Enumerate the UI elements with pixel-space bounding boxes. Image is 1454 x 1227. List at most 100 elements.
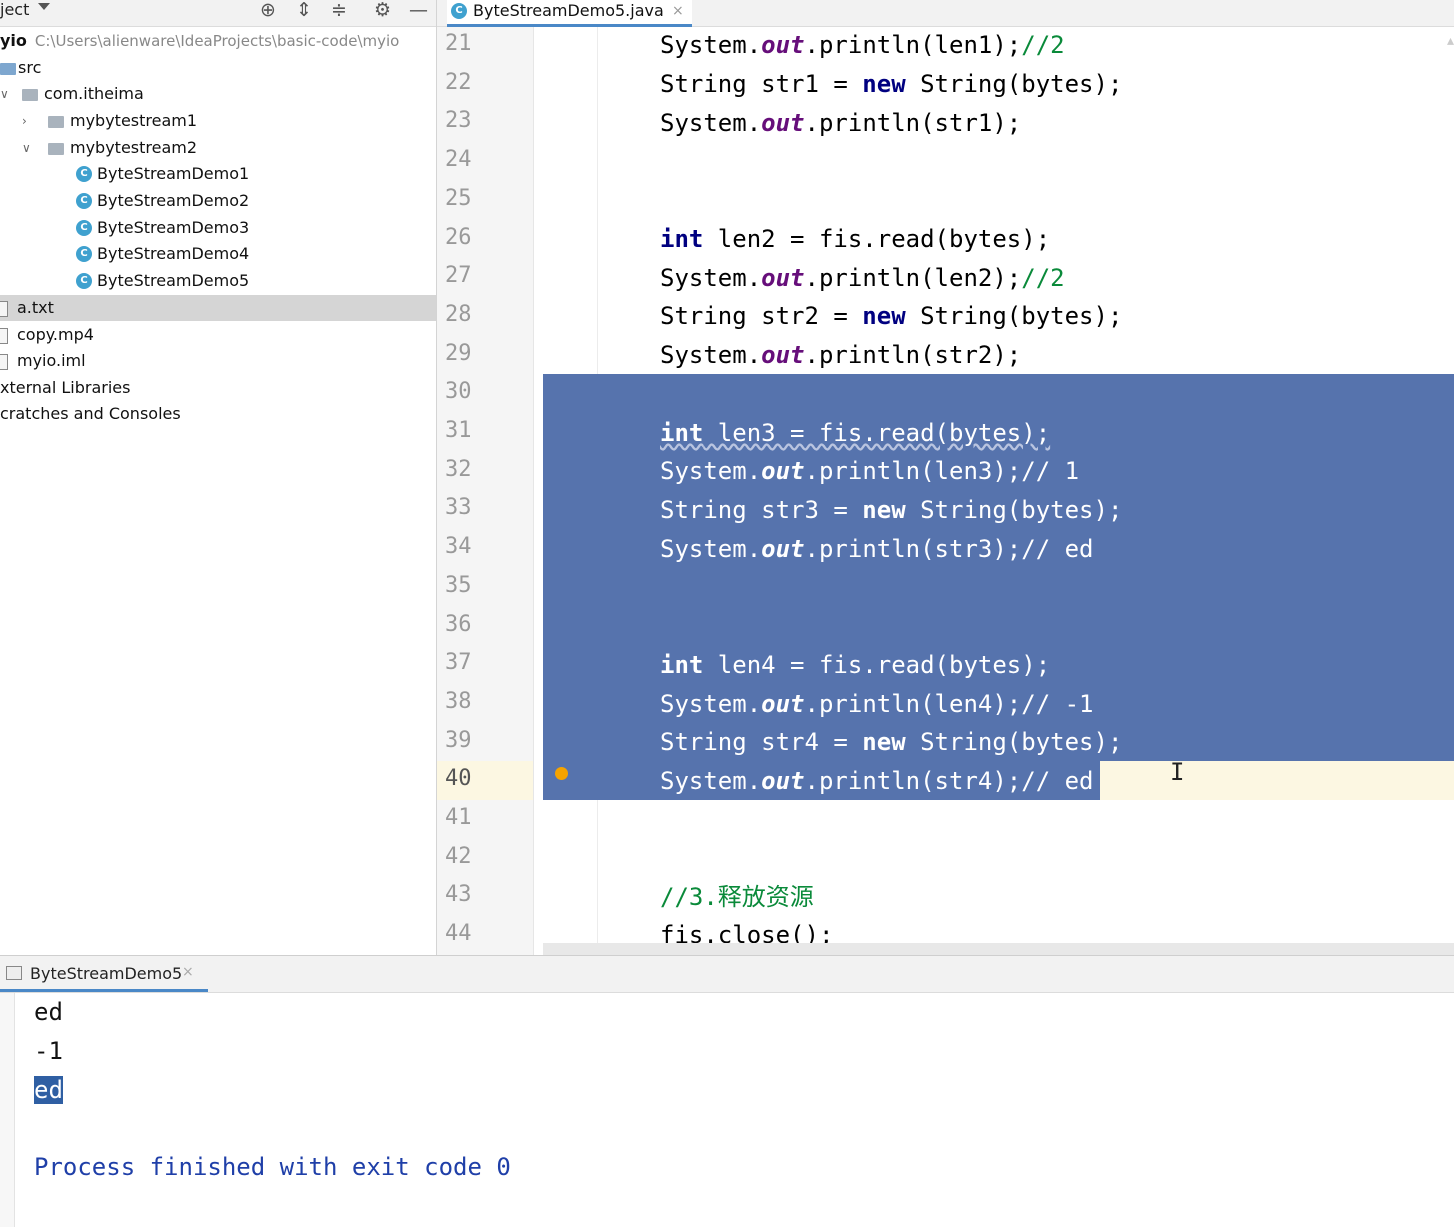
code-line[interactable]: String str2 = new String(bytes); [660,301,1122,331]
code-line[interactable]: System.out.println(str1); [660,108,1021,138]
tree-label: com.itheima [44,84,144,103]
line-number[interactable]: 32 [445,457,485,482]
tree-label: src [18,58,42,77]
code-line[interactable]: System.out.println(len2);//2 [660,263,1065,293]
line-number[interactable]: 36 [445,612,485,637]
chevron-down-icon[interactable]: ∨ [22,135,31,161]
close-icon[interactable]: × [182,964,194,980]
editor-tab-label: ByteStreamDemo5.java [473,1,664,20]
tree-item-class[interactable]: C ByteStreamDemo1 [0,161,249,187]
tree-label: copy.mp4 [17,325,94,344]
tree-item-class[interactable]: C ByteStreamDemo4 [0,241,249,267]
tree-item-file[interactable]: copy.mp4 [0,322,94,348]
tree-item-src[interactable]: src [0,55,41,81]
tree-item-package[interactable]: ∨ com.itheima [0,81,144,107]
code-line-comment[interactable]: //3.释放资源 [660,882,814,912]
line-number[interactable]: 23 [445,108,485,133]
tree-root-name: yio [0,31,27,50]
java-class-icon: C [76,273,92,289]
tree-item-mybytestream2[interactable]: ∨ mybytestream2 [0,135,197,161]
line-number[interactable]: 27 [445,263,485,288]
line-number[interactable]: 42 [445,844,485,869]
tree-label: ByteStreamDemo3 [97,218,250,237]
code-line[interactable]: int len2 = fis.read(bytes); [660,224,1050,254]
line-number[interactable]: 21 [445,31,485,56]
tree-item-class[interactable]: C ByteStreamDemo3 [0,215,249,241]
inspection-marker-icon[interactable]: ▴ [1447,33,1454,49]
java-class-icon: C [76,220,92,236]
tree-item-mybytestream1[interactable]: › mybytestream1 [0,108,197,134]
run-tab[interactable]: ByteStreamDemo5 × [0,956,208,992]
code-line-selected[interactable]: int len3 = fis.read(bytes); [660,418,1050,448]
close-icon[interactable]: × [672,0,684,22]
line-number[interactable]: 41 [445,805,485,830]
line-number[interactable]: 25 [445,186,485,211]
tree-item-file-selected[interactable]: a.txt [0,295,436,321]
gear-icon[interactable]: ⚙ [374,0,391,22]
line-number[interactable]: 22 [445,70,485,95]
chevron-down-icon[interactable]: ∨ [0,81,9,107]
line-number[interactable]: 44 [445,921,485,946]
code-line-selected[interactable]: System.out.println(len4);// -1 [660,689,1094,719]
console-output-line[interactable]: -1 [34,1037,63,1065]
tree-label: cratches and Consoles [0,404,181,423]
package-icon [22,89,38,101]
package-icon [48,143,64,155]
chevron-down-icon[interactable] [38,3,50,10]
line-number[interactable]: 24 [445,147,485,172]
bulb-icon[interactable] [555,767,568,780]
line-number[interactable]: 34 [445,534,485,559]
code-line-selected[interactable]: System.out.println(str4);// ed [660,766,1094,796]
line-number[interactable]: 40 [445,766,485,791]
expand-all-icon[interactable]: ⇕ [296,0,312,22]
line-number[interactable]: 26 [445,225,485,250]
code-line-selected[interactable]: System.out.println(len3);// 1 [660,456,1079,486]
chevron-right-icon[interactable]: › [22,108,27,134]
folder-icon [0,63,16,75]
line-number[interactable]: 39 [445,728,485,753]
java-class-icon: C [76,193,92,209]
tree-item-file[interactable]: myio.iml [0,348,86,374]
tree-item-class[interactable]: C ByteStreamDemo5 [0,268,249,294]
run-config-icon [6,966,22,980]
code-line[interactable]: System.out.println(len1);//2 [660,30,1065,60]
editor-tab[interactable]: C ByteStreamDemo5.java × [447,0,692,27]
line-number[interactable]: 28 [445,302,485,327]
editor-tab-bar: C ByteStreamDemo5.java × [437,0,1454,27]
tree-item-scratches[interactable]: cratches and Consoles [0,401,181,427]
code-line[interactable]: System.out.println(str2); [660,340,1021,370]
line-number[interactable]: 43 [445,882,485,907]
java-class-icon: C [76,166,92,182]
code-line-selected[interactable]: String str4 = new String(bytes); [660,727,1122,757]
code-line-selected[interactable]: System.out.println(str3);// ed [660,534,1094,564]
line-number[interactable]: 38 [445,689,485,714]
code-line-selected[interactable]: String str3 = new String(bytes); [660,495,1122,525]
tree-item-class[interactable]: C ByteStreamDemo2 [0,188,249,214]
run-tab-label: ByteStreamDemo5 [30,964,183,983]
code-line[interactable]: String str1 = new String(bytes); [660,69,1122,99]
console-output-line[interactable]: ed [34,998,63,1026]
collapse-all-icon[interactable]: ≑ [331,0,347,22]
run-panel-header: ByteStreamDemo5 × [0,956,1454,993]
run-side-toolbar[interactable] [0,993,15,1227]
line-number[interactable]: 31 [445,418,485,443]
project-panel: ject ⊕ ⇕ ≑ ⚙ — yio C:\Users\alienware\Ide… [0,0,437,955]
horizontal-scrollbar[interactable] [543,943,1454,955]
line-number[interactable]: 35 [445,573,485,598]
text-file-icon [0,301,8,317]
minimize-icon[interactable]: — [409,0,428,22]
line-number[interactable]: 30 [445,379,485,404]
java-class-icon: C [451,3,467,19]
console-output-line-selected[interactable]: ed [34,1076,63,1104]
project-view-title[interactable]: ject [0,0,29,19]
run-panel: ByteStreamDemo5 × ed -1 ed Process finis… [0,955,1454,1227]
tree-item-external-libraries[interactable]: xternal Libraries [0,375,130,401]
tree-root[interactable]: yio C:\Users\alienware\IdeaProjects\basic… [0,28,399,54]
tree-label: myio.iml [17,351,86,370]
crosshair-icon[interactable]: ⊕ [260,0,276,22]
line-number[interactable]: 29 [445,341,485,366]
java-class-icon: C [76,246,92,262]
line-number[interactable]: 37 [445,650,485,675]
code-line-selected[interactable]: int len4 = fis.read(bytes); [660,650,1050,680]
line-number[interactable]: 33 [445,495,485,520]
